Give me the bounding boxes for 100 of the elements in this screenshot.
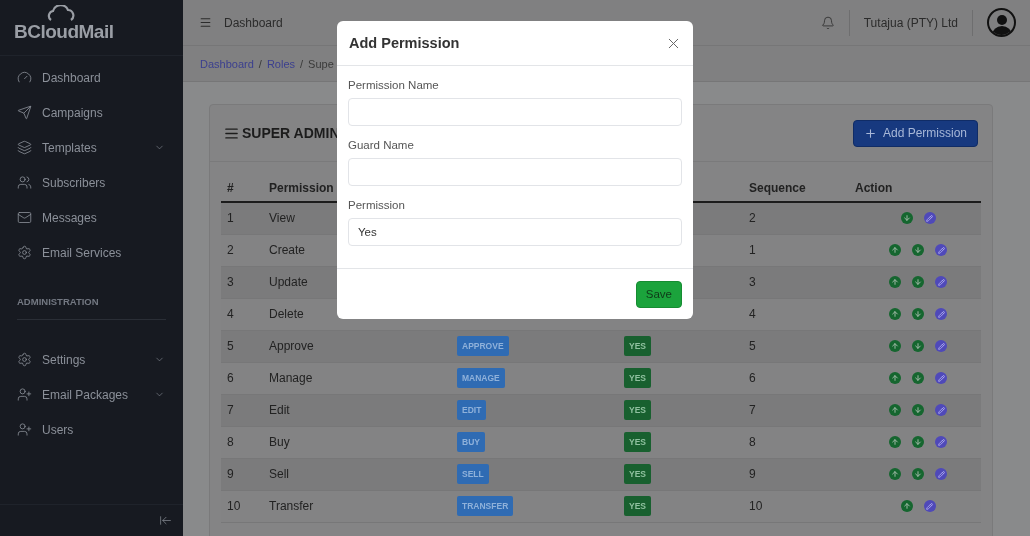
arrow-down-icon (902, 214, 911, 223)
move-up-button[interactable] (900, 500, 913, 512)
arrow-down-icon (914, 470, 922, 478)
permission-tag: SELL (457, 464, 489, 484)
sidebar-item-label: Users (42, 422, 75, 437)
bell-icon[interactable] (820, 15, 835, 30)
table-cell: 4 (749, 307, 756, 321)
collapse-icon[interactable] (159, 514, 172, 527)
arrow-up-icon (891, 438, 899, 446)
sidebar-item[interactable]: Dashboard (0, 60, 183, 95)
table-cell: Delete (269, 307, 304, 321)
table-cell: 7 (749, 403, 756, 417)
permission-tag: MANAGE (457, 368, 505, 388)
arrow-up-icon (891, 310, 899, 318)
move-down-button[interactable] (912, 308, 924, 320)
move-up-button[interactable] (889, 340, 901, 352)
move-down-button[interactable] (912, 436, 924, 448)
input-field[interactable] (348, 98, 682, 126)
sidebar-item-label: Email Services (42, 245, 123, 260)
company-name[interactable]: Tutajua (PTY) Ltd (863, 15, 958, 30)
table-cell: View (269, 211, 295, 226)
pencil-icon (937, 438, 945, 446)
yes-tag: YES (624, 464, 651, 484)
edit-button[interactable] (935, 244, 947, 256)
move-down-button[interactable] (912, 404, 924, 416)
nav-icon (17, 175, 32, 190)
sidebar-item[interactable]: Campaigns (0, 95, 183, 130)
field-label: Permission (348, 199, 406, 211)
breadcrumb-link[interactable]: Supe (308, 57, 334, 70)
move-down-button[interactable] (912, 372, 924, 384)
edit-button[interactable] (923, 212, 936, 225)
table-cell: Sell (269, 467, 289, 481)
table-cell: Transfer (269, 499, 314, 513)
table-cell: 5 (749, 339, 756, 353)
column-header: Permission (269, 180, 334, 195)
move-down-button[interactable] (912, 468, 924, 480)
breadcrumb-separator: / (258, 57, 262, 70)
edit-button[interactable] (935, 340, 947, 352)
move-up-button[interactable] (889, 404, 901, 416)
sidebar-item[interactable]: Messages (0, 200, 183, 235)
sidebar-item-label: Settings (42, 352, 87, 367)
pencil-icon (937, 278, 945, 286)
nav-icon (17, 422, 32, 437)
table-cell: Buy (269, 435, 290, 449)
pencil-icon (926, 502, 933, 510)
avatar-icon[interactable] (987, 8, 1016, 37)
input-field[interactable]: Yes (348, 218, 682, 246)
edit-button[interactable] (935, 308, 947, 320)
arrow-down-icon (914, 310, 922, 318)
edit-button[interactable] (935, 372, 947, 384)
move-up-button[interactable] (889, 436, 901, 448)
arrow-down-icon (914, 246, 922, 254)
edit-button[interactable] (935, 436, 947, 448)
permission-tag: TRANSFER (457, 496, 514, 516)
nav-icon (17, 210, 32, 225)
permission-tag: APPROVE (457, 336, 509, 356)
column-header: Action (855, 180, 893, 195)
arrow-down-icon (914, 374, 922, 382)
sidebar-item-label: Campaigns (42, 105, 104, 120)
input-field[interactable] (348, 158, 682, 186)
sidebar-item[interactable]: Templates (0, 130, 183, 165)
move-down-button[interactable] (912, 340, 924, 352)
menu-icon[interactable] (199, 16, 212, 29)
pencil-icon (937, 246, 945, 254)
sidebar-item-label: Templates (42, 140, 98, 155)
sidebar-item[interactable]: Subscribers (0, 165, 183, 200)
table-cell: Edit (269, 403, 290, 417)
table-cell: 10 (749, 499, 763, 513)
yes-tag: YES (624, 496, 651, 516)
move-up-button[interactable] (889, 276, 901, 288)
sidebar-item[interactable]: Email Packages (0, 377, 183, 412)
move-down-button[interactable] (900, 212, 913, 225)
pencil-icon (926, 214, 933, 222)
save-button[interactable]: Save (635, 280, 682, 308)
add-permission-button[interactable]: Add Permission (852, 119, 978, 147)
move-up-button[interactable] (889, 308, 901, 320)
nav-icon (17, 70, 32, 85)
sidebar-item[interactable]: Users (0, 412, 183, 447)
move-up-button[interactable] (889, 468, 901, 480)
edit-button[interactable] (935, 468, 947, 480)
table-cell: 9 (227, 467, 234, 481)
sidebar-item[interactable]: Settings (0, 342, 183, 377)
table-cell: 9 (749, 467, 756, 481)
section-heading: ADMINISTRATION (17, 296, 100, 307)
edit-button[interactable] (935, 404, 947, 416)
yes-tag: YES (624, 400, 651, 420)
move-down-button[interactable] (912, 276, 924, 288)
field-label: Guard Name (348, 139, 415, 151)
breadcrumb-separator: / (300, 57, 304, 70)
sidebar-item[interactable]: Email Services (0, 235, 183, 270)
move-up-button[interactable] (889, 372, 901, 384)
edit-button[interactable] (923, 500, 936, 512)
arrow-down-icon (914, 438, 922, 446)
arrow-down-icon (914, 406, 922, 414)
permission-tag: EDIT (457, 400, 487, 420)
move-up-button[interactable] (889, 244, 901, 256)
pencil-icon (937, 470, 945, 478)
nav-icon (17, 352, 32, 367)
edit-button[interactable] (935, 276, 947, 288)
move-down-button[interactable] (912, 244, 924, 256)
